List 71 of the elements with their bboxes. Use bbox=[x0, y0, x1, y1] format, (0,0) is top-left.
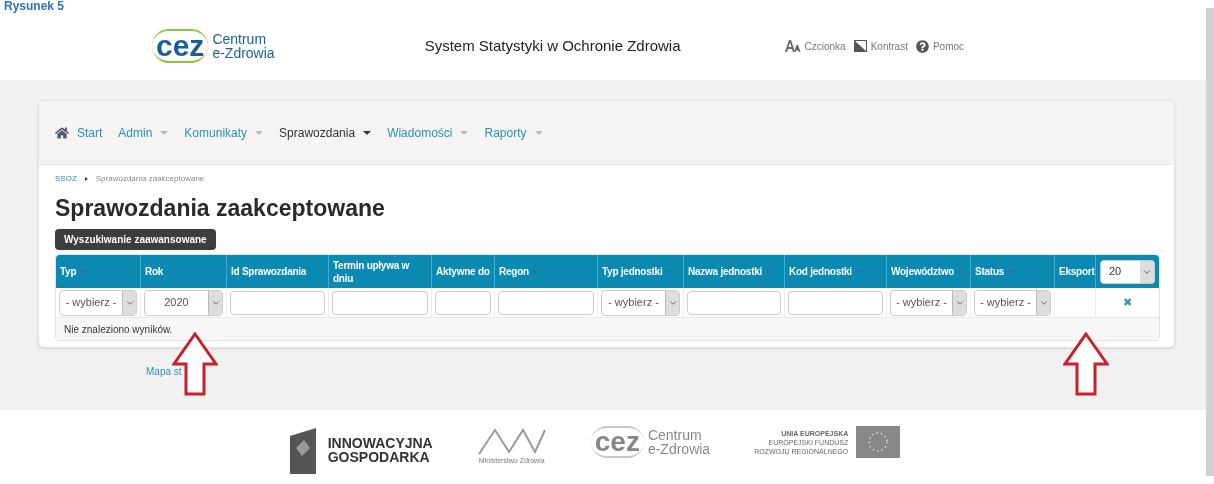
caret-icon bbox=[534, 130, 543, 135]
advanced-search-button[interactable]: Wyszukiwanie zaawansowane bbox=[55, 229, 216, 250]
nav-item[interactable]: Raporty bbox=[484, 123, 543, 142]
breadcrumb-current: Sprawozdania zaakceptowane bbox=[95, 173, 205, 185]
nav-item[interactable]: Start bbox=[55, 123, 103, 142]
column-header: Id Sprawozdania bbox=[227, 255, 329, 288]
column-header[interactable]: Typ jednostki bbox=[598, 255, 684, 288]
column-header[interactable]: Kod jednostki bbox=[785, 255, 887, 288]
sort-caret-icon bbox=[167, 270, 174, 274]
filter-input[interactable] bbox=[788, 290, 883, 315]
filter-input[interactable] bbox=[435, 290, 491, 315]
sort-caret-icon bbox=[855, 270, 862, 274]
home-icon bbox=[55, 125, 69, 140]
column-header: Eksport bbox=[1055, 255, 1096, 288]
logo-text: Centrum bbox=[212, 32, 268, 46]
page-heading: Sprawozdania zaakceptowane bbox=[55, 194, 386, 223]
select-field[interactable]: - wybierz - bbox=[59, 289, 137, 316]
logo-text: INNOWACYJNA bbox=[327, 436, 433, 450]
sort-caret-icon bbox=[958, 270, 965, 274]
breadcrumb-link[interactable]: SSOZ bbox=[55, 173, 77, 185]
filter-input[interactable] bbox=[332, 290, 428, 315]
logo-text: Centrum bbox=[647, 428, 703, 442]
column-header[interactable]: Rok bbox=[141, 255, 227, 288]
column-header[interactable]: Województwo bbox=[887, 255, 971, 288]
column-header: Aktywne do bbox=[432, 255, 495, 288]
caret-icon bbox=[255, 130, 264, 135]
filter-input[interactable] bbox=[687, 290, 781, 315]
caret-icon bbox=[363, 130, 372, 135]
header-link[interactable]: Kontrast bbox=[853, 38, 908, 54]
logo-mark: cez bbox=[152, 29, 209, 63]
sort-caret-icon bbox=[766, 270, 773, 274]
empty-message: Nie znaleziono wyników. bbox=[64, 322, 173, 337]
logo-mark: cez bbox=[590, 426, 644, 458]
column-header: Termin upływa w dniu bbox=[329, 255, 432, 288]
sort-caret-icon bbox=[80, 270, 87, 274]
breadcrumb-separator bbox=[84, 177, 88, 181]
header-link[interactable]: Czcionka bbox=[784, 38, 846, 54]
filter-input[interactable] bbox=[498, 290, 594, 315]
logo-text: GOSPODARKA bbox=[327, 450, 431, 464]
select-field[interactable]: 2020 bbox=[144, 289, 223, 316]
nav-item[interactable]: Wiadomości bbox=[387, 123, 469, 142]
sort-caret-icon bbox=[666, 270, 673, 274]
nav-item[interactable]: Admin bbox=[118, 123, 169, 142]
column-header[interactable]: Typ bbox=[56, 255, 141, 288]
contrast-icon bbox=[853, 40, 867, 52]
caret-icon bbox=[160, 130, 169, 135]
select-field[interactable]: - wybierz - bbox=[601, 289, 680, 316]
figure-caption: Rysunek 5 bbox=[3, 0, 66, 12]
sort-caret-icon bbox=[532, 270, 539, 274]
scrollbar[interactable] bbox=[1206, 8, 1214, 476]
font-size-icon bbox=[784, 40, 801, 52]
column-header[interactable]: Regon bbox=[495, 255, 598, 288]
sitemap-link[interactable]: Mapa st bbox=[146, 364, 182, 379]
column-header[interactable]: Status bbox=[971, 255, 1055, 288]
logo-text: e-Zdrowia bbox=[212, 46, 275, 60]
page-size-select[interactable]: 20 bbox=[1100, 259, 1155, 284]
eu-flag-icon bbox=[856, 426, 901, 458]
nav-item[interactable]: Sprawozdania bbox=[279, 123, 372, 142]
help-icon bbox=[915, 39, 929, 53]
ministry-logo-icon bbox=[476, 426, 547, 456]
nav-item[interactable]: Komunikaty bbox=[184, 123, 264, 142]
clear-filters-button[interactable]: ✖ bbox=[1123, 297, 1132, 308]
header-link[interactable]: Pomoc bbox=[915, 38, 965, 54]
select-field[interactable]: - wybierz - bbox=[890, 289, 967, 316]
system-title: System Statystyki w Ochronie Zdrowia bbox=[424, 35, 681, 56]
filter-input[interactable] bbox=[230, 290, 325, 315]
logo-text: e-Zdrowia bbox=[647, 442, 711, 456]
select-field[interactable]: - wybierz - bbox=[974, 289, 1051, 316]
sort-caret-icon bbox=[1008, 270, 1015, 274]
column-header[interactable]: Nazwa jednostki bbox=[684, 255, 785, 288]
caret-icon bbox=[460, 130, 469, 135]
